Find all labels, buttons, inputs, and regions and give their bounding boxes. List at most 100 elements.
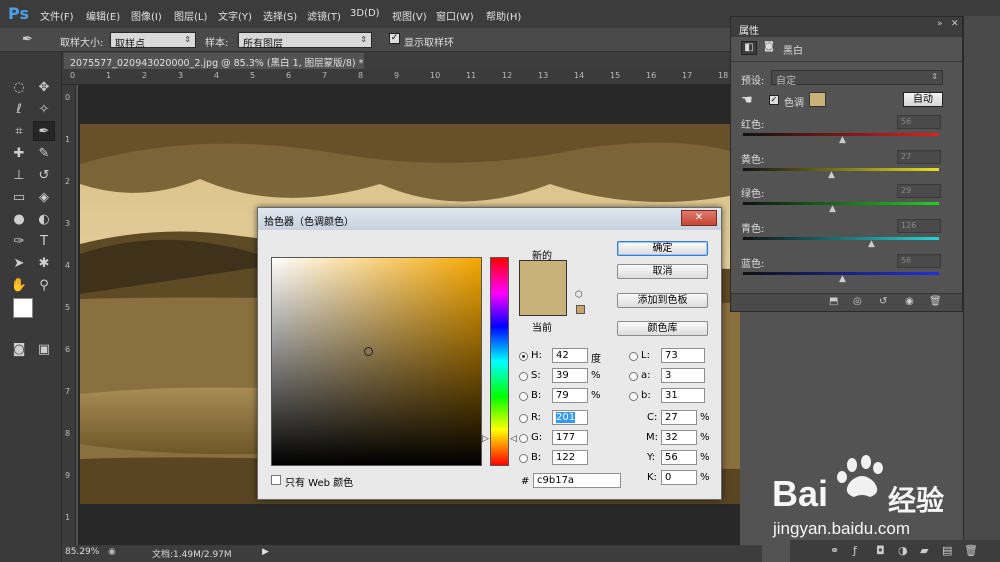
view-previous-icon[interactable]: ◎: [853, 296, 862, 307]
green-input[interactable]: 177: [552, 430, 588, 445]
ok-button[interactable]: 确定: [617, 241, 708, 256]
history-brush-tool-icon[interactable]: ↺: [33, 166, 55, 186]
sample-size-dropdown[interactable]: 取样点 ⇕: [110, 32, 196, 50]
move-tool-icon[interactable]: ✥: [33, 78, 55, 98]
red-value[interactable]: 56: [897, 115, 941, 129]
sample-dropdown[interactable]: 所有图层 ⇕: [238, 32, 372, 50]
hex-input[interactable]: c9b17a: [533, 473, 621, 488]
paint-bucket-tool-icon[interactable]: ◈: [33, 188, 55, 208]
eyedropper-tool-icon[interactable]: ✒: [33, 121, 55, 141]
trash-icon[interactable]: 🗑: [929, 296, 942, 307]
add-mask-icon[interactable]: ◘: [876, 544, 885, 557]
brightness-radio[interactable]: [519, 392, 528, 401]
quick-mask-icon[interactable]: ◙: [8, 340, 30, 360]
pen-tool-icon[interactable]: ✑: [8, 232, 30, 252]
eraser-tool-icon[interactable]: ▭: [8, 188, 30, 208]
blue-radio[interactable]: [519, 454, 528, 463]
brush-tool-icon[interactable]: ✎: [33, 144, 55, 164]
lab-l-radio[interactable]: [629, 352, 638, 361]
new-layer-icon[interactable]: ▤: [942, 544, 952, 557]
current-color-swatch[interactable]: [519, 288, 567, 316]
hue-slider-right-arrow-icon[interactable]: ◁: [510, 434, 517, 444]
saturation-radio[interactable]: [519, 372, 528, 381]
zoom-tool-icon[interactable]: ⚲: [33, 276, 55, 296]
lab-b-radio[interactable]: [629, 392, 638, 401]
blue-slider-thumb[interactable]: ▲: [839, 274, 846, 284]
hue-radio[interactable]: [519, 352, 528, 361]
black-input[interactable]: 0: [661, 470, 697, 485]
yellow-slider-track[interactable]: [743, 168, 939, 171]
preset-dropdown[interactable]: 自定 ⇕: [771, 70, 943, 87]
link-layers-icon[interactable]: ⚭: [830, 544, 839, 557]
dodge-tool-icon[interactable]: ◐: [33, 210, 55, 230]
green-slider-track[interactable]: [743, 202, 939, 205]
document-tab[interactable]: 2075577_020943020000_2.jpg @ 85.3% (黑白 1…: [64, 53, 364, 69]
foreground-color-swatch[interactable]: [13, 298, 33, 318]
red-input[interactable]: 201: [552, 410, 588, 425]
status-info-icon[interactable]: ◉: [108, 547, 116, 557]
menu-window[interactable]: 窗口(W): [436, 8, 474, 23]
close-icon[interactable]: ✕: [951, 19, 959, 29]
blue-input[interactable]: 122: [552, 450, 588, 465]
blue-value[interactable]: 56: [897, 254, 941, 268]
lasso-tool-icon[interactable]: ℓ: [8, 100, 30, 120]
trash-icon[interactable]: 🗑: [964, 544, 978, 557]
lab-l-input[interactable]: 73: [661, 348, 705, 363]
menu-3d[interactable]: 3D(D): [350, 8, 380, 19]
add-to-swatches-button[interactable]: 添加到色板: [617, 293, 708, 308]
menu-layer[interactable]: 图层(L): [174, 8, 207, 23]
green-value[interactable]: 29: [897, 184, 941, 198]
cyan-input[interactable]: 27: [661, 410, 697, 425]
healing-brush-tool-icon[interactable]: ✚: [8, 144, 30, 164]
lab-a-input[interactable]: 3: [661, 368, 705, 383]
menu-filter[interactable]: 滤镜(T): [307, 8, 341, 23]
hand-tool-icon[interactable]: ✋: [8, 276, 30, 296]
yellow-input[interactable]: 56: [661, 450, 697, 465]
green-radio[interactable]: [519, 434, 528, 443]
hue-slider-left-arrow-icon[interactable]: ▷: [482, 434, 489, 444]
adjustment-icon[interactable]: ◧: [741, 41, 757, 55]
targeted-adjustment-hand-icon[interactable]: ☚: [741, 93, 753, 108]
marquee-tool-icon[interactable]: ◌: [8, 78, 30, 98]
new-group-icon[interactable]: ▰: [920, 544, 928, 557]
web-colors-only-checkbox[interactable]: [271, 475, 281, 485]
cancel-button[interactable]: 取消: [617, 264, 708, 279]
clone-stamp-tool-icon[interactable]: ⊥: [8, 166, 30, 186]
hue-slider[interactable]: [490, 257, 509, 466]
menu-file[interactable]: 文件(F): [40, 8, 74, 23]
tint-color-swatch[interactable]: [809, 92, 826, 107]
saturation-brightness-field[interactable]: [271, 257, 482, 466]
shape-tool-icon[interactable]: ✱: [33, 254, 55, 274]
out-of-gamut-cube-icon[interactable]: ⬡: [575, 290, 583, 300]
screen-mode-icon[interactable]: ▣: [33, 340, 55, 360]
menu-view[interactable]: 视图(V): [392, 8, 427, 23]
web-safe-color-icon[interactable]: [576, 305, 585, 314]
red-slider-thumb[interactable]: ▲: [839, 135, 846, 145]
color-field-cursor[interactable]: [364, 347, 373, 356]
close-icon[interactable]: ✕: [681, 210, 717, 226]
saturation-input[interactable]: 39: [552, 368, 588, 383]
visibility-eye-icon[interactable]: ◉: [905, 296, 914, 307]
status-menu-arrow-icon[interactable]: ▶: [262, 547, 269, 557]
adjustment-layer-icon[interactable]: ◑: [898, 544, 908, 557]
type-tool-icon[interactable]: T: [33, 232, 55, 252]
yellow-value[interactable]: 27: [897, 150, 941, 164]
yellow-slider-thumb[interactable]: ▲: [828, 170, 835, 180]
lab-b-input[interactable]: 31: [661, 388, 705, 403]
magenta-input[interactable]: 32: [661, 430, 697, 445]
menu-select[interactable]: 选择(S): [263, 8, 297, 23]
auto-button[interactable]: 自动: [903, 92, 943, 107]
layer-style-icon[interactable]: ƒ: [853, 544, 857, 557]
eyedropper-tool-preset-icon[interactable]: ✒: [22, 32, 33, 47]
red-radio[interactable]: [519, 414, 528, 423]
tint-checkbox[interactable]: ✓: [769, 95, 779, 105]
lab-a-radio[interactable]: [629, 372, 638, 381]
path-selection-tool-icon[interactable]: ➤: [8, 254, 30, 274]
show-ring-checkbox[interactable]: ✓: [389, 33, 400, 44]
green-slider-thumb[interactable]: ▲: [829, 204, 836, 214]
brightness-input[interactable]: 79: [552, 388, 588, 403]
blur-tool-icon[interactable]: ●: [8, 210, 30, 230]
menu-type[interactable]: 文字(Y): [218, 8, 252, 23]
menu-help[interactable]: 帮助(H): [486, 8, 521, 23]
hue-input[interactable]: 42: [552, 348, 588, 363]
